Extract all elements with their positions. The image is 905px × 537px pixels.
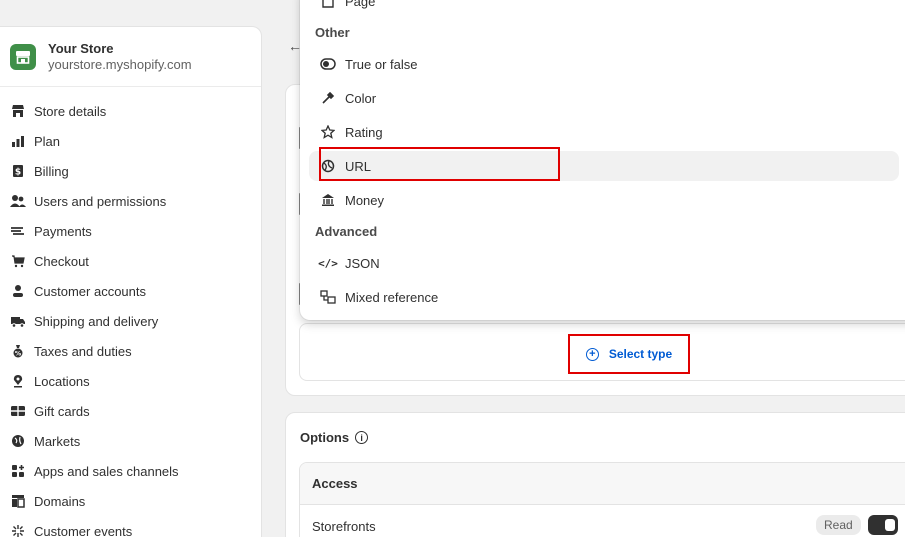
taxes-icon: %: [10, 343, 26, 359]
plan-icon: [10, 133, 26, 149]
domains-icon: [10, 493, 26, 509]
storefronts-row: Storefronts Read: [300, 505, 905, 537]
sidebar-item-customer-accounts[interactable]: Customer accounts: [0, 276, 261, 306]
sidebar-item-domains[interactable]: Domains: [0, 486, 261, 516]
sidebar-item-billing[interactable]: $ Billing: [0, 156, 261, 186]
dropdown-item-label: Page: [345, 0, 376, 9]
dropdown-item-label: URL: [345, 158, 372, 174]
star-icon: [320, 124, 336, 140]
bank-icon: [320, 192, 336, 208]
sidebar-item-locations[interactable]: Locations: [0, 366, 261, 396]
svg-text:$: $: [15, 168, 21, 178]
dropdown-item-label: Color: [345, 90, 377, 106]
cart-icon: [10, 253, 26, 269]
page-icon: [320, 0, 336, 9]
plus-circle-icon: +: [585, 347, 599, 361]
sidebar-item-gift-cards[interactable]: Gift cards: [0, 396, 261, 426]
sidebar-item-label: Users and permissions: [34, 193, 167, 209]
sidebar-item-customer-events[interactable]: Customer events: [0, 516, 261, 537]
link-globe-icon: [320, 158, 336, 174]
gift-card-icon: [10, 403, 26, 419]
store-name: Your Store: [48, 40, 114, 56]
sidebar-item-payments[interactable]: Payments: [0, 216, 261, 246]
select-type-box: + Select type: [299, 323, 905, 381]
storefronts-label: Storefronts: [312, 518, 376, 534]
payments-icon: [10, 223, 26, 239]
options-title: Options i: [300, 430, 369, 445]
sidebar-item-label: Apps and sales channels: [34, 463, 179, 479]
section-other: Other: [315, 25, 350, 40]
dropdown-item-json[interactable]: </> JSON: [300, 248, 900, 278]
dropdown-item-label: True or false: [345, 56, 418, 72]
access-table: Access Storefronts Read: [299, 462, 905, 537]
svg-text:%: %: [15, 350, 22, 358]
store-icon: [10, 103, 26, 119]
sidebar-item-label: Billing: [34, 163, 69, 179]
sidebar-item-label: Customer accounts: [34, 283, 146, 299]
globe-icon: [10, 433, 26, 449]
billing-icon: $: [10, 163, 26, 179]
sidebar-item-label: Store details: [34, 103, 107, 119]
sparkle-icon: [10, 523, 26, 537]
sidebar-item-taxes[interactable]: % Taxes and duties: [0, 336, 261, 366]
storefronts-access-toggle[interactable]: [868, 515, 898, 535]
sidebar-item-label: Payments: [34, 223, 92, 239]
section-advanced: Advanced: [315, 224, 378, 239]
options-title-text: Options: [300, 430, 350, 445]
person-icon: [10, 283, 26, 299]
select-type-label: Select type: [608, 347, 673, 361]
sidebar-item-shipping[interactable]: Shipping and delivery: [0, 306, 261, 336]
settings-nav: Store details Plan $ Billing Users and p…: [0, 87, 261, 537]
toggle-icon: [320, 56, 336, 72]
info-icon[interactable]: i: [355, 431, 369, 444]
dropdown-item-money[interactable]: Money: [300, 185, 900, 215]
read-badge: Read: [816, 515, 861, 535]
dropdown-item-label: JSON: [345, 255, 380, 271]
type-dropdown-menu: Page Other True or false Color Rating UR…: [300, 0, 905, 320]
access-header: Access: [300, 463, 905, 505]
options-card: Options i Access Storefronts Read: [285, 412, 905, 537]
dropdown-item-true-or-false[interactable]: True or false: [300, 49, 900, 79]
sidebar-item-checkout[interactable]: Checkout: [0, 246, 261, 276]
dropdown-item-url[interactable]: URL: [309, 151, 899, 181]
users-icon: [10, 193, 26, 209]
sidebar-item-store-details[interactable]: Store details: [0, 96, 261, 126]
eyedropper-icon: [320, 90, 336, 106]
sidebar-item-label: Markets: [34, 433, 81, 449]
store-url: yourstore.myshopify.com: [48, 56, 192, 72]
dropdown-item-page[interactable]: Page: [300, 0, 900, 16]
sidebar-item-users[interactable]: Users and permissions: [0, 186, 261, 216]
sidebar-item-label: Shipping and delivery: [34, 313, 159, 329]
sidebar-item-plan[interactable]: Plan: [0, 126, 261, 156]
sidebar-item-label: Customer events: [34, 523, 133, 537]
store-logo-icon: [10, 43, 36, 70]
dropdown-item-color[interactable]: Color: [300, 83, 900, 113]
select-type-button[interactable]: + Select type: [568, 334, 690, 374]
truck-icon: [10, 313, 26, 329]
apps-icon: [10, 463, 26, 479]
code-icon: </>: [318, 256, 338, 270]
dropdown-item-label: Rating: [345, 124, 383, 140]
location-icon: [10, 373, 26, 389]
sidebar-item-label: Taxes and duties: [34, 343, 132, 359]
sidebar-item-label: Gift cards: [34, 403, 90, 419]
settings-sidebar: Your Store yourstore.myshopify.com Store…: [0, 26, 262, 537]
store-header[interactable]: Your Store yourstore.myshopify.com: [0, 27, 261, 87]
sidebar-item-label: Plan: [34, 133, 61, 149]
sidebar-item-apps[interactable]: Apps and sales channels: [0, 456, 261, 486]
dropdown-item-mixed-reference[interactable]: Mixed reference: [300, 282, 900, 312]
sidebar-item-markets[interactable]: Markets: [0, 426, 261, 456]
dropdown-item-rating[interactable]: Rating: [300, 117, 900, 147]
dropdown-item-label: Mixed reference: [345, 289, 439, 305]
dropdown-item-label: Money: [345, 192, 385, 208]
sidebar-item-label: Checkout: [34, 253, 89, 269]
mixed-reference-icon: [320, 289, 336, 305]
sidebar-item-label: Domains: [34, 493, 86, 509]
sidebar-item-label: Locations: [34, 373, 90, 389]
